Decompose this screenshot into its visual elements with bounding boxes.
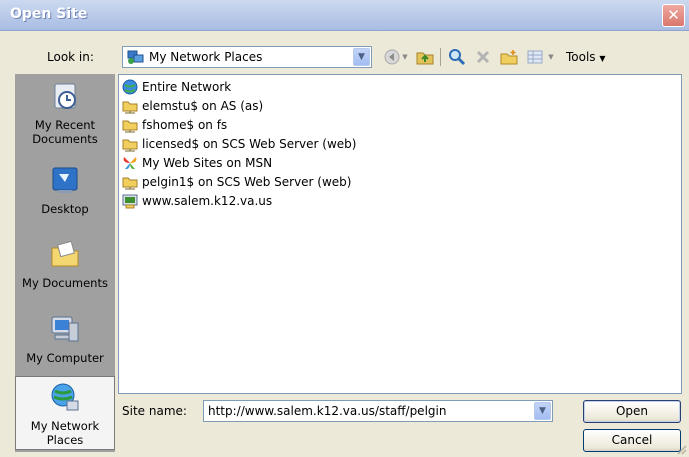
chevron-down-icon[interactable]: ▼ bbox=[534, 402, 551, 420]
places-bar: My Recent Documents Desktop My Documents… bbox=[15, 74, 115, 452]
desktop-icon bbox=[15, 164, 115, 199]
open-button[interactable]: Open bbox=[583, 400, 681, 423]
place-label: My Network Places bbox=[30, 419, 100, 447]
list-item[interactable]: fshome$ on fs bbox=[122, 116, 227, 134]
list-item[interactable]: pelgin1$ on SCS Web Server (web) bbox=[122, 173, 351, 191]
place-my-recent-documents[interactable]: My Recent Documents bbox=[15, 76, 115, 150]
cancel-button[interactable]: Cancel bbox=[583, 429, 681, 452]
list-item[interactable]: licensed$ on SCS Web Server (web) bbox=[122, 135, 356, 153]
title-bar: Open Site ✕ bbox=[0, 0, 689, 31]
globe-icon bbox=[122, 79, 138, 95]
cancel-label: Cancel bbox=[611, 433, 653, 447]
network-share-icon bbox=[122, 101, 138, 114]
network-share-icon bbox=[122, 177, 138, 190]
recent-documents-icon bbox=[15, 80, 115, 115]
look-in-dropdown[interactable]: My Network Places ▼ bbox=[122, 46, 372, 68]
place-my-documents[interactable]: My Documents bbox=[15, 234, 115, 308]
my-computer-icon bbox=[15, 313, 115, 348]
open-label: Open bbox=[615, 404, 649, 418]
site-name-combo[interactable]: ▼ bbox=[203, 400, 553, 422]
file-list[interactable]: Entire Network elemstu$ on AS (as) fshom… bbox=[118, 74, 682, 394]
ftp-folder-icon bbox=[122, 194, 138, 209]
resize-grip-icon[interactable] bbox=[675, 443, 687, 455]
place-my-network-places[interactable]: My Network Places bbox=[15, 376, 115, 450]
network-share-icon bbox=[122, 120, 138, 133]
list-item[interactable]: elemstu$ on AS (as) bbox=[122, 97, 263, 115]
tools-label: Tools bbox=[566, 50, 596, 64]
place-label: My Computer bbox=[26, 351, 104, 365]
look-in-value: My Network Places bbox=[149, 50, 263, 64]
file-name: fshome$ on fs bbox=[142, 118, 228, 132]
close-button[interactable]: ✕ bbox=[662, 4, 685, 27]
search-web-icon[interactable] bbox=[446, 47, 468, 67]
place-label: My Documents bbox=[22, 276, 108, 290]
file-name: www.salem.k12.va.us bbox=[142, 194, 273, 208]
place-my-computer[interactable]: My Computer bbox=[15, 309, 115, 383]
new-folder-icon[interactable] bbox=[498, 47, 520, 67]
caret-down-icon: ▼ bbox=[599, 54, 606, 63]
file-name: My Web Sites on MSN bbox=[142, 156, 273, 170]
toolbar-separator bbox=[440, 48, 441, 66]
delete-icon[interactable] bbox=[472, 47, 494, 67]
views-icon[interactable] bbox=[524, 47, 546, 67]
list-item[interactable]: My Web Sites on MSN bbox=[122, 154, 272, 172]
network-places-icon bbox=[16, 381, 114, 416]
network-places-icon bbox=[127, 49, 145, 68]
place-label: Desktop bbox=[41, 202, 89, 216]
tools-menu-button[interactable]: Tools ▼ bbox=[566, 50, 606, 64]
chevron-down-icon[interactable]: ▼ bbox=[353, 48, 370, 66]
list-item[interactable]: Entire Network bbox=[122, 78, 231, 96]
back-dropdown-icon[interactable]: ▼ bbox=[400, 47, 410, 67]
msn-butterfly-icon bbox=[123, 157, 137, 170]
look-in-label: Look in: bbox=[47, 50, 94, 64]
place-desktop[interactable]: Desktop bbox=[15, 160, 115, 234]
back-icon[interactable] bbox=[382, 47, 402, 67]
file-name: elemstu$ on AS (as) bbox=[142, 99, 264, 113]
views-dropdown-icon[interactable]: ▼ bbox=[546, 47, 556, 67]
file-name: pelgin1$ on SCS Web Server (web) bbox=[142, 175, 352, 189]
network-share-icon bbox=[122, 139, 138, 152]
list-item[interactable]: www.salem.k12.va.us bbox=[122, 192, 272, 210]
file-name: Entire Network bbox=[142, 80, 232, 94]
my-documents-icon bbox=[15, 238, 115, 273]
close-icon: ✕ bbox=[667, 6, 680, 24]
site-name-label: Site name: bbox=[122, 404, 187, 418]
place-label: My Recent Documents bbox=[32, 118, 98, 146]
file-name: licensed$ on SCS Web Server (web) bbox=[142, 137, 357, 151]
up-folder-icon[interactable] bbox=[414, 47, 436, 67]
site-name-input[interactable] bbox=[206, 403, 531, 419]
window-title: Open Site bbox=[10, 6, 88, 22]
